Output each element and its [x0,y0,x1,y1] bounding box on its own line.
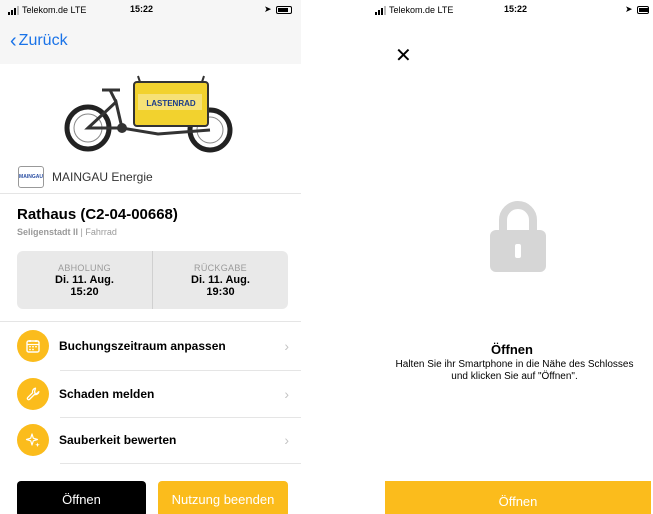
chevron-right-icon: › [284,338,289,354]
vehicle-type: Fahrrad [85,227,117,237]
end-usage-button[interactable]: Nutzung beenden [158,481,288,514]
return-time-cell: RÜCKGABE Di. 11. Aug. 19:30 [152,251,288,309]
pickup-date: Di. 11. Aug. [55,274,114,286]
network-type: LTE [70,5,87,15]
chevron-right-icon: › [284,386,289,402]
provider-row: MAINGAU MAINGAU Energie [18,166,153,188]
pickup-time-cell: ABHOLUNG Di. 11. Aug. 15:20 [17,251,152,309]
close-icon[interactable]: ✕ [395,46,412,66]
return-date: Di. 11. Aug. [191,274,250,286]
provider-name: MAINGAU Energie [52,170,153,184]
booking-times: ABHOLUNG Di. 11. Aug. 15:20 RÜCKGABE Di.… [17,251,288,309]
return-label: RÜCKGABE [194,263,247,273]
action-label: Sauberkeit bewerten [59,433,177,447]
pickup-label: ABHOLUNG [58,263,111,273]
battery-icon [275,5,292,14]
status-bar-carrier: Telekom.de LTE [8,4,86,16]
divider [0,193,301,194]
action-label: Schaden melden [59,387,155,401]
chevron-right-icon: › [284,432,289,448]
back-label: Zurück [18,32,68,49]
pickup-time: 15:20 [70,286,99,298]
unlock-open-button[interactable]: Öffnen [385,481,651,514]
unlock-description: Halten Sie ihr Smartphone in die Nähe de… [395,359,634,382]
bike-box-text: LASTENRAD [146,99,196,108]
action-label: Buchungszeitraum anpassen [59,339,226,353]
divider [60,417,301,418]
cargo-bike-image: LASTENRAD [64,75,233,153]
battery-icon [636,5,649,14]
carrier-name: Telekom.de [389,5,436,15]
unlock-title: Öffnen [491,342,533,357]
booking-detail-screen: Telekom.de LTE 15:22 ➤ ‹ Zurück LASTENRA… [0,0,301,514]
status-bar-carrier: Telekom.de LTE [375,4,453,16]
lock-icon [490,201,546,272]
provider-logo: MAINGAU [18,166,44,188]
chevron-left-icon: ‹ [10,30,17,52]
network-type: LTE [437,5,454,15]
status-time: 15:22 [504,4,528,14]
signal-icon [375,5,386,15]
calendar-icon [17,330,49,362]
location-arrow-icon: ➤ [264,4,272,14]
status-icons: ➤ [625,4,649,15]
unlock-screen: Telekom.de LTE 15:22 ➤ ✕ Öffnen Halten S… [371,0,653,514]
action-report-damage[interactable]: Schaden melden › [17,376,289,412]
wrench-icon [17,378,49,410]
sparkle-icon [17,424,49,456]
action-adjust-booking[interactable]: Buchungszeitraum anpassen › [17,328,289,364]
location-arrow-icon: ➤ [625,4,633,14]
vehicle-subtitle: Seligenstadt II | Fahrrad [17,227,117,237]
divider [60,463,301,464]
divider [0,321,301,322]
signal-icon [8,5,19,15]
open-button[interactable]: Öffnen [17,481,146,514]
divider [60,370,301,371]
status-icons: ➤ [264,4,292,15]
station-location: Seligenstadt II [17,227,79,237]
return-time: 19:30 [206,286,235,298]
back-button[interactable]: ‹ Zurück [10,30,68,52]
status-time: 15:22 [130,4,154,14]
action-rate-cleanliness[interactable]: Sauberkeit bewerten › [17,422,289,458]
vehicle-title: Rathaus (C2-04-00668) [17,206,178,223]
carrier-name: Telekom.de [22,5,69,15]
